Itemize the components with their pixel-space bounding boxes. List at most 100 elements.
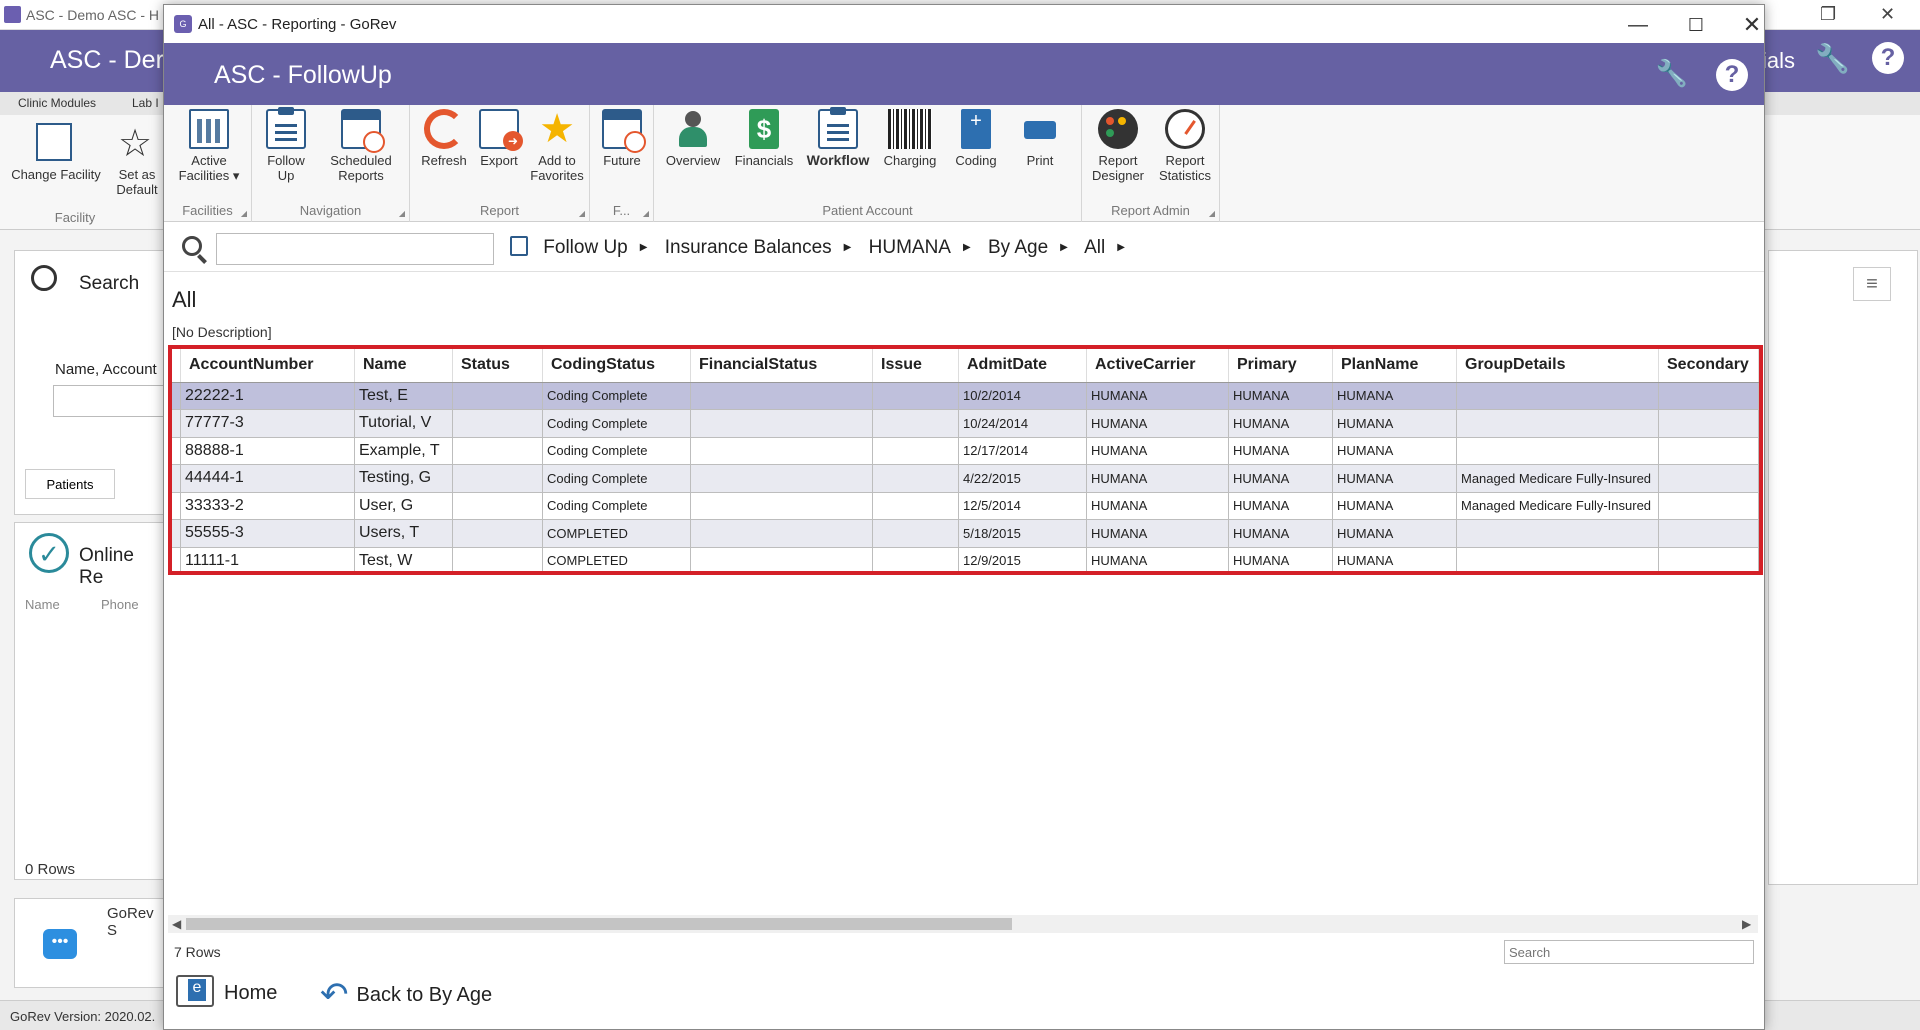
column-header-primary[interactable]: Primary — [1228, 349, 1333, 383]
cell-codingstatus[interactable]: Coding Complete — [542, 437, 691, 465]
table-row[interactable]: 77777-3 Tutorial, V Coding Complete 10/24/2… — [172, 409, 1759, 438]
financials-button[interactable]: $ Financials — [730, 109, 798, 168]
cell-secondary[interactable] — [1658, 409, 1759, 438]
minimize-button[interactable]: — — [1616, 11, 1660, 39]
back-button[interactable]: ↶ Back to By Age — [320, 975, 492, 1015]
cell-accountnumber[interactable]: 55555-3 — [180, 519, 355, 548]
cell-admitdate[interactable]: 10/2/2014 — [958, 382, 1087, 410]
cell-name[interactable]: Test, E — [354, 382, 453, 410]
cell-primary[interactable]: HUMANA — [1228, 547, 1333, 571]
cell-groupdetails[interactable] — [1456, 547, 1659, 571]
add-to-favorites-button[interactable]: ★ Add to Favorites — [524, 109, 590, 183]
cell-codingstatus[interactable]: Coding Complete — [542, 492, 691, 520]
dialog-launcher-icon[interactable]: ◢ — [643, 209, 649, 218]
cell-activecarrier[interactable]: HUMANA — [1086, 464, 1229, 493]
dialog-launcher-icon[interactable]: ◢ — [1209, 209, 1215, 218]
cell-status[interactable] — [452, 437, 543, 465]
cell-planname[interactable]: HUMANA — [1332, 382, 1457, 410]
cell-planname[interactable]: HUMANA — [1332, 547, 1457, 571]
cell-primary[interactable]: HUMANA — [1228, 492, 1333, 520]
breadcrumb-separator-icon[interactable]: ▶ — [1060, 242, 1068, 253]
cell-name[interactable]: Tutorial, V — [354, 409, 453, 438]
cell-groupdetails[interactable] — [1456, 409, 1659, 438]
column-header-planname[interactable]: PlanName — [1332, 349, 1457, 383]
column-header-financialstatus[interactable]: FinancialStatus — [690, 349, 873, 383]
cell-admitdate[interactable]: 12/5/2014 — [958, 492, 1087, 520]
cell-planname[interactable]: HUMANA — [1332, 437, 1457, 465]
cell-primary[interactable]: HUMANA — [1228, 464, 1333, 493]
print-button[interactable]: Print — [1012, 109, 1068, 168]
cell-issue[interactable] — [872, 409, 959, 438]
export-button[interactable]: Export — [474, 109, 524, 168]
cell-financialstatus[interactable] — [690, 519, 873, 548]
cell-status[interactable] — [452, 382, 543, 410]
breadcrumb-all[interactable]: All — [1084, 237, 1105, 258]
cell-secondary[interactable] — [1658, 492, 1759, 520]
cell-admitdate[interactable]: 5/18/2015 — [958, 519, 1087, 548]
cell-groupdetails[interactable] — [1456, 437, 1659, 465]
table-row[interactable]: 55555-3 Users, T COMPLETED 5/18/2015 HUMANA H… — [172, 519, 1759, 548]
patients-tab[interactable]: Patients — [25, 469, 115, 499]
table-row[interactable]: 22222-1 Test, E Coding Complete 10/2/2014 HU… — [172, 382, 1759, 410]
cell-primary[interactable]: HUMANA — [1228, 437, 1333, 465]
cell-accountnumber[interactable]: 88888-1 — [180, 437, 355, 465]
cell-financialstatus[interactable] — [690, 382, 873, 410]
cell-secondary[interactable] — [1658, 382, 1759, 410]
breadcrumb-humana[interactable]: HUMANA — [869, 237, 951, 258]
cell-accountnumber[interactable]: 44444-1 — [180, 464, 355, 493]
cell-planname[interactable]: HUMANA — [1332, 492, 1457, 520]
breadcrumb-by-age[interactable]: By Age — [988, 237, 1048, 258]
menu-icon[interactable]: ≡ — [1853, 267, 1891, 301]
cell-financialstatus[interactable] — [690, 409, 873, 438]
cell-groupdetails[interactable]: Managed Medicare Fully-Insured — [1456, 464, 1659, 493]
name-account-input[interactable] — [53, 385, 173, 417]
cell-secondary[interactable] — [1658, 519, 1759, 548]
row-selector-cell[interactable] — [172, 492, 181, 520]
cell-admitdate[interactable]: 10/24/2014 — [958, 409, 1087, 438]
cell-planname[interactable]: HUMANA — [1332, 519, 1457, 548]
cell-primary[interactable]: HUMANA — [1228, 409, 1333, 438]
cell-activecarrier[interactable]: HUMANA — [1086, 547, 1229, 571]
tools-icon[interactable]: 🔧 — [1654, 55, 1690, 91]
tab-clinic-modules[interactable]: Clinic Modules — [18, 96, 96, 110]
maximize-button[interactable]: ☐ — [1674, 11, 1718, 39]
cell-secondary[interactable] — [1658, 464, 1759, 493]
tab-lab[interactable]: Lab I — [132, 96, 159, 110]
search-icon[interactable] — [182, 236, 202, 256]
cell-status[interactable] — [452, 519, 543, 548]
cell-primary[interactable]: HUMANA — [1228, 519, 1333, 548]
cell-activecarrier[interactable]: HUMANA — [1086, 437, 1229, 465]
cell-status[interactable] — [452, 492, 543, 520]
coding-button[interactable]: Coding — [946, 109, 1006, 168]
cell-accountnumber[interactable]: 11111-1 — [180, 547, 355, 571]
cell-admitdate[interactable]: 12/17/2014 — [958, 437, 1087, 465]
grid-search-input[interactable] — [1504, 940, 1754, 964]
cell-planname[interactable]: HUMANA — [1332, 409, 1457, 438]
column-header-activecarrier[interactable]: ActiveCarrier — [1086, 349, 1229, 383]
dialog-launcher-icon[interactable]: ◢ — [399, 209, 405, 218]
tools-icon[interactable]: 🔧 — [1815, 42, 1850, 75]
row-selector-cell[interactable] — [172, 409, 181, 438]
table-row[interactable]: 88888-1 Example, T Coding Complete 12/17/20… — [172, 437, 1759, 465]
cell-name[interactable]: Test, W — [354, 547, 453, 571]
future-button[interactable]: Future — [596, 109, 648, 168]
row-selector-cell[interactable] — [172, 382, 181, 410]
cell-financialstatus[interactable] — [690, 492, 873, 520]
cell-codingstatus[interactable]: Coding Complete — [542, 464, 691, 493]
scroll-left-icon[interactable]: ◀ — [172, 915, 181, 933]
cell-name[interactable]: Users, T — [354, 519, 453, 548]
workflow-button[interactable]: Workflow — [800, 107, 876, 168]
cell-accountnumber[interactable]: 22222-1 — [180, 382, 355, 410]
cell-activecarrier[interactable]: HUMANA — [1086, 409, 1229, 438]
column-header-groupdetails[interactable]: GroupDetails — [1456, 349, 1659, 383]
cell-name[interactable]: Testing, G — [354, 464, 453, 493]
dialog-launcher-icon[interactable]: ◢ — [579, 209, 585, 218]
chat-icon[interactable]: ••• — [43, 929, 77, 959]
cell-status[interactable] — [452, 464, 543, 493]
cell-name[interactable]: Example, T — [354, 437, 453, 465]
report-designer-button[interactable]: Report Designer — [1086, 109, 1150, 183]
cell-primary[interactable]: HUMANA — [1228, 382, 1333, 410]
column-header-admitdate[interactable]: AdmitDate — [958, 349, 1087, 383]
active-facilities-button[interactable]: Active Facilities ▾ — [172, 109, 246, 183]
cell-activecarrier[interactable]: HUMANA — [1086, 382, 1229, 410]
